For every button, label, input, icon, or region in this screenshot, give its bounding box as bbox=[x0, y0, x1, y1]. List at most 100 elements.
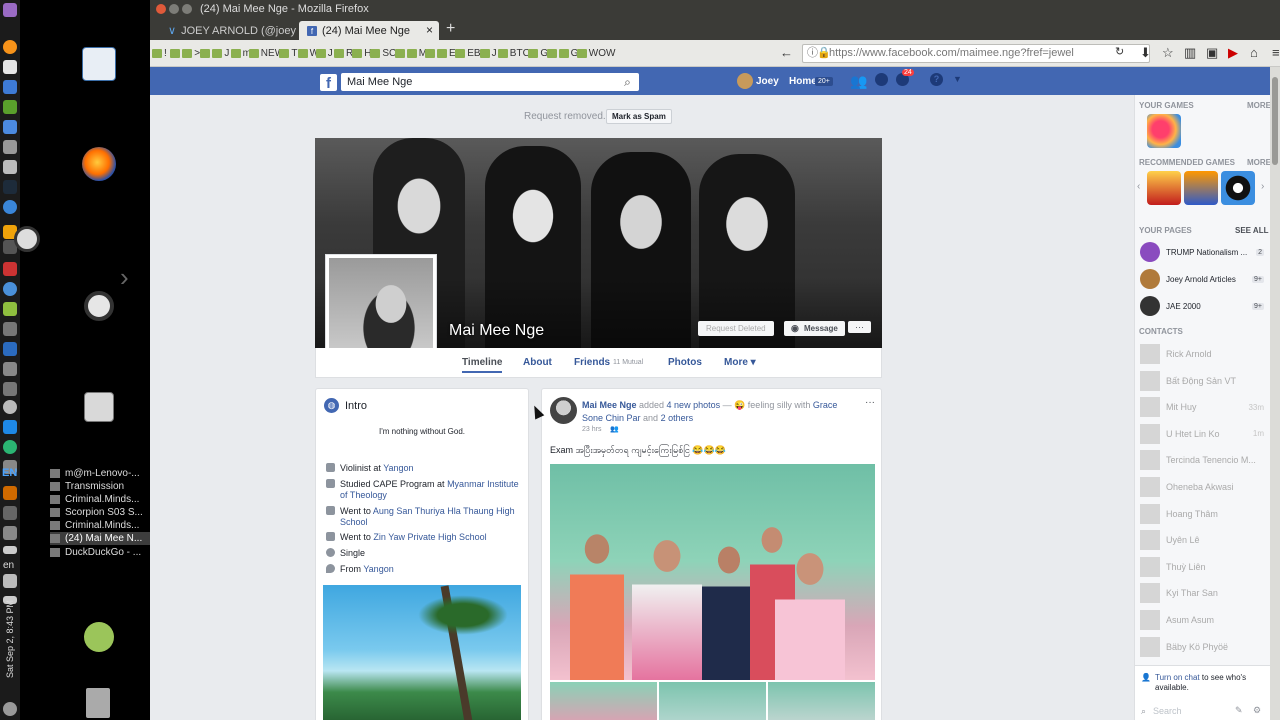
apps-icon[interactable] bbox=[3, 120, 17, 134]
bookmark-star-icon[interactable]: ☆ bbox=[1162, 45, 1174, 61]
document-icon[interactable] bbox=[82, 47, 116, 81]
contact-item[interactable]: Tercinda Tenencio M... bbox=[1140, 450, 1268, 471]
bookmark-item[interactable]: EB bbox=[455, 46, 481, 60]
avatar[interactable] bbox=[550, 397, 577, 424]
contact-item[interactable]: Asum Asum bbox=[1140, 610, 1268, 630]
terminal-icon[interactable] bbox=[3, 180, 17, 194]
url-bar[interactable]: ⓘ 🔒 https://www.facebook.com/maimee.nge?… bbox=[802, 44, 1150, 63]
contact-item[interactable]: Bäby Kö Phyöë bbox=[1140, 636, 1268, 657]
message-button[interactable]: ◉ Message bbox=[784, 321, 845, 336]
post-photo-thumb[interactable] bbox=[659, 682, 766, 720]
more-options-button[interactable]: ··· bbox=[848, 321, 871, 333]
minimize-window-icon[interactable] bbox=[169, 4, 179, 14]
taskbar-item[interactable]: Criminal.Minds... bbox=[50, 493, 150, 506]
chrome-icon[interactable] bbox=[3, 282, 17, 296]
request-deleted-button[interactable]: Request Deleted bbox=[698, 321, 774, 336]
post-photo-thumb[interactable] bbox=[550, 682, 657, 720]
see-all-pages-link[interactable]: SEE ALL bbox=[1235, 226, 1268, 235]
calc-icon[interactable] bbox=[3, 80, 17, 94]
bookmark-item[interactable]: H bbox=[352, 46, 371, 60]
bookmark-item[interactable]: ! bbox=[152, 46, 167, 60]
bingo-game-icon[interactable] bbox=[1184, 171, 1218, 205]
tab-about[interactable]: About bbox=[523, 357, 552, 368]
trash-icon[interactable] bbox=[86, 688, 110, 718]
monitor-icon[interactable] bbox=[3, 322, 17, 336]
obs-icon[interactable] bbox=[3, 400, 17, 414]
mark-spam-button[interactable]: Mark as Spam bbox=[606, 109, 672, 124]
user-icon[interactable] bbox=[84, 622, 114, 652]
settings-icon[interactable] bbox=[3, 342, 17, 356]
post-photo-thumb[interactable] bbox=[768, 682, 875, 720]
window-titlebar[interactable]: (24) Mai Mee Nge - Mozilla Firefox bbox=[150, 0, 1280, 19]
bookmark-item[interactable]: E bbox=[437, 46, 456, 60]
bookmark-item[interactable]: > bbox=[182, 46, 200, 60]
bookmark-item[interactable]: J bbox=[212, 46, 229, 60]
turn-on-chat-link[interactable]: Turn on chat bbox=[1155, 673, 1200, 682]
audience-icon[interactable]: 👥 bbox=[610, 425, 619, 433]
page-item[interactable]: JAE 2000 9+ bbox=[1140, 296, 1268, 316]
browser-icon[interactable] bbox=[3, 200, 17, 214]
telegram-icon[interactable] bbox=[3, 440, 17, 454]
post-photos-link[interactable]: 4 new photos bbox=[667, 400, 721, 410]
tab-photos[interactable]: Photos bbox=[668, 357, 702, 368]
more-games-link[interactable]: MORE bbox=[1247, 101, 1271, 110]
post-options-icon[interactable]: ··· bbox=[865, 397, 875, 408]
spreadsheet-icon[interactable] bbox=[3, 100, 17, 114]
volume-icon[interactable] bbox=[3, 574, 17, 588]
obs-icon-desktop[interactable] bbox=[14, 226, 40, 252]
tab-more[interactable]: More ▾ bbox=[724, 357, 756, 368]
back-icon[interactable]: ← bbox=[780, 45, 793, 60]
taskbar-item[interactable]: Scorpion S03 S... bbox=[50, 506, 150, 519]
compose-icon[interactable]: ✎ bbox=[1235, 705, 1243, 716]
bookmark-item[interactable] bbox=[170, 46, 182, 60]
hanger-icon[interactable] bbox=[3, 506, 17, 520]
bookmark-item[interactable]: BTC bbox=[497, 46, 530, 60]
maximize-window-icon[interactable] bbox=[182, 4, 192, 14]
new-tab-button[interactable]: + bbox=[446, 20, 455, 38]
more-recommended-link[interactable]: MORE bbox=[1247, 158, 1271, 167]
search-input[interactable] bbox=[341, 73, 639, 91]
bookmark-item[interactable]: WOW bbox=[576, 46, 615, 60]
profile-link[interactable]: Joey bbox=[756, 76, 779, 87]
locale-indicator[interactable]: en bbox=[3, 560, 14, 571]
battery-icon[interactable] bbox=[3, 546, 17, 554]
candy-crush-icon[interactable] bbox=[1147, 114, 1181, 148]
folder-icon[interactable] bbox=[3, 302, 17, 316]
taskbar-item[interactable]: Criminal.Minds... bbox=[50, 519, 150, 532]
tab-mai-mee-nge[interactable]: f (24) Mai Mee Nge × bbox=[299, 21, 439, 40]
printer-icon[interactable] bbox=[3, 140, 17, 154]
contact-item[interactable]: Hoang Thâm bbox=[1140, 503, 1268, 524]
pool-game-icon[interactable] bbox=[1221, 171, 1255, 205]
facebook-logo-icon[interactable]: f bbox=[320, 74, 337, 92]
chevron-right-icon[interactable]: › bbox=[120, 262, 129, 293]
bookmark-item[interactable] bbox=[200, 46, 212, 60]
library-icon[interactable]: ▥ bbox=[1184, 45, 1196, 61]
tab-timeline[interactable]: Timeline bbox=[462, 357, 503, 373]
search-icon[interactable]: ⌕ bbox=[616, 73, 639, 91]
post-author-link[interactable]: Mai Mee Nge bbox=[582, 400, 637, 410]
app-icon[interactable] bbox=[3, 3, 17, 17]
bookmark-item[interactable]: G bbox=[558, 46, 578, 60]
menu-icon[interactable]: ≡ bbox=[1272, 45, 1280, 60]
bookmark-item[interactable]: J bbox=[479, 46, 497, 60]
home-link[interactable]: Home bbox=[789, 76, 817, 87]
download-icon[interactable]: ⬇ bbox=[1140, 45, 1151, 61]
help-icon[interactable]: ? bbox=[930, 73, 943, 86]
tab-joey-arnold[interactable]: ∨ JOEY ARNOLD (@joey bbox=[160, 21, 298, 40]
contact-item[interactable]: Uyên Lê bbox=[1140, 530, 1268, 551]
bookmark-item[interactable]: T bbox=[279, 46, 298, 60]
contact-item[interactable]: Bất Động Sản VT bbox=[1140, 370, 1268, 391]
page-item[interactable]: TRUMP Nationalism ... 2 bbox=[1140, 242, 1268, 262]
taskbar-item[interactable]: m@m-Lenovo-... bbox=[50, 467, 150, 480]
keyboard-layout[interactable]: EN bbox=[2, 467, 17, 479]
text-editor-icon[interactable] bbox=[3, 60, 17, 74]
taskbar-item-active[interactable]: (24) Mai Mee N... bbox=[50, 532, 150, 545]
reload-icon[interactable]: ↻ bbox=[1115, 45, 1124, 58]
disk-icon[interactable] bbox=[3, 160, 17, 174]
bookmark-item[interactable] bbox=[425, 46, 437, 60]
slots-game-icon[interactable] bbox=[1147, 171, 1181, 205]
friend-requests-icon[interactable]: 👥 bbox=[850, 73, 867, 90]
warning-icon[interactable] bbox=[3, 486, 17, 500]
archive-icon[interactable] bbox=[84, 392, 114, 422]
gear-icon[interactable]: ⚙ bbox=[1253, 705, 1261, 716]
